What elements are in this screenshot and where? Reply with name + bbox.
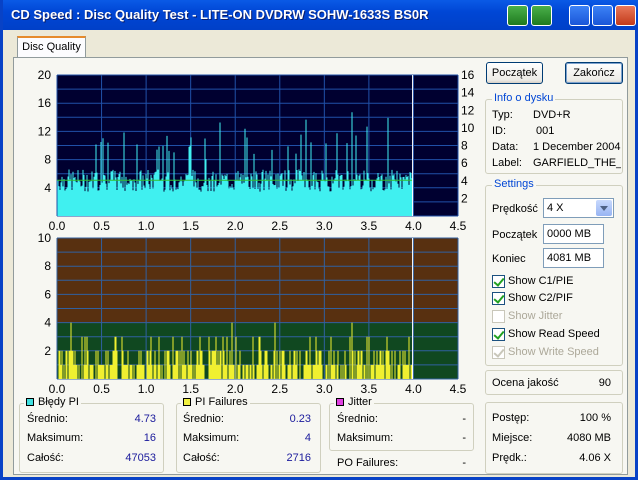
pi-chart-y-tick-left: 16 [38,96,52,110]
pif-chart-y-tick-left: 2 [44,344,51,358]
pif-max-value: 4 [304,432,311,444]
show-jitter-label: Show Jitter [508,310,563,322]
pi-chart-y-tick-right: 6 [461,156,468,170]
show-read-speed-label[interactable]: Show Read Speed [508,328,600,340]
pi-chart-x-tick: 0.5 [93,219,110,233]
show-write-speed-label: Show Write Speed [508,346,599,358]
disc-date-value: 1 December 2004 [533,141,621,153]
pif-chart-x-tick: 4.0 [405,382,422,396]
show-c2-pif-label[interactable]: Show C2/PIF [508,292,573,304]
pi-failures-title: PI Failures [181,396,250,408]
pi-chart-y-tick-right: 8 [461,139,468,153]
disc-id-label: ID: [492,125,507,137]
pi-chart-x-tick: 3.5 [361,219,378,233]
pi-chart-y-tick-right: 12 [461,103,475,117]
pif-chart-y-tick-left: 4 [44,316,51,330]
pif-chart-x-tick: 1.5 [182,382,199,396]
pi-failures-swatch [183,398,191,406]
start-position-input[interactable]: 0000 MB [543,224,604,244]
disc-date-label: Data: [492,141,519,153]
jitter-max-label: Maksimum: [337,432,394,444]
pi-chart-x-tick: 4.0 [405,219,422,233]
disc-type-value: DVD+R [533,109,571,121]
pi-chart-y-tick-left: 4 [44,181,51,195]
disc-label-label: Label: [492,157,522,169]
pi-chart-x-tick: 1.0 [138,219,155,233]
quality-score-value: 90 [598,377,611,389]
pi-chart-y-tick-right: 14 [461,86,475,100]
position-value: 4080 MB [566,432,611,444]
pi-avg-value: 4.73 [134,413,156,425]
end-position-input[interactable]: 4081 MB [543,248,604,268]
pif-chart-y-tick-left: 6 [44,287,51,301]
pif-total-value: 2716 [286,452,311,464]
pi-total-label: Całość: [27,452,64,464]
pi-avg-label: Średnio: [27,413,68,425]
pi-chart-y-tick-right: 2 [461,191,468,205]
pif-max-label: Maksimum: [183,432,240,444]
jitter-swatch [336,398,344,406]
pi-chart-x-tick: 4.5 [450,219,467,233]
pi-chart-y-tick-right: 10 [461,121,475,135]
position-label: Miejsce: [492,432,533,444]
pi-chart-x-tick: 1.5 [182,219,199,233]
pif-chart-x-tick: 0.0 [49,382,66,396]
po-failures-value: - [462,457,466,469]
start-position-label: Początek [492,229,538,241]
jitter-max-value: - [462,432,466,444]
progress-label: Postęp: [492,412,530,424]
pi-chart-y-tick-right: 4 [461,174,468,188]
disc-label-value: GARFIELD_THE_I [533,157,621,169]
pi-chart-x-tick: 0.0 [49,219,66,233]
speed-select[interactable]: 4 X [543,198,614,218]
speed-select-value: 4 X [547,202,564,214]
chevron-down-icon[interactable] [596,200,612,216]
pif-chart-x-tick: 3.0 [316,382,333,396]
start-button[interactable]: Początek [486,62,543,84]
pif-chart-x-tick: 1.0 [138,382,155,396]
pi-max-value: 16 [143,432,156,444]
pi-chart-y-tick-left: 12 [38,124,52,138]
pif-chart-x-tick: 0.5 [93,382,110,396]
pi-chart-y-tick-right: 16 [461,68,475,82]
speed-readout-value: 4.06 X [579,452,611,464]
jitter-avg-value: - [462,413,466,425]
app-window: CD Speed : Disc Quality Test - LITE-ON D… [0,0,638,480]
pif-chart-y-tick-left: 8 [44,259,51,273]
end-button[interactable]: Zakończ [565,62,623,84]
pi-chart-x-tick: 3.0 [316,219,333,233]
disc-type-label: Typ: [492,109,513,121]
quality-score-label: Ocena jakość [492,377,559,389]
speed-readout-label: Prędk.: [492,452,527,464]
pif-chart-y-tick-left: 10 [38,231,52,245]
pif-avg-label: Średnio: [183,413,224,425]
pif-avg-value: 0.23 [289,413,311,425]
show-jitter-checkbox [492,310,505,323]
pif-total-label: Całość: [183,452,220,464]
show-c1-pie-checkbox[interactable] [492,275,505,288]
pif-chart-x-tick: 3.5 [361,382,378,396]
pif-chart-x-tick: 2.5 [271,382,288,396]
end-position-label: Koniec [492,253,526,265]
settings-title: Settings [492,178,536,190]
show-c2-pif-checkbox[interactable] [492,292,505,305]
pi-errors-swatch [26,398,34,406]
show-c1-pie-label[interactable]: Show C1/PIE [508,275,573,287]
pif-chart-x-tick: 2.0 [227,382,244,396]
pi-chart-x-tick: 2.0 [227,219,244,233]
pi-total-value: 47053 [125,452,156,464]
jitter-avg-label: Średnio: [337,413,378,425]
progress-value: 100 % [579,412,611,424]
pif-chart-x-tick: 4.5 [450,382,467,396]
pi-chart-y-tick-left: 20 [38,68,52,82]
pi-max-label: Maksimum: [27,432,84,444]
pi-chart-x-tick: 2.5 [271,219,288,233]
speed-label: Prędkość [492,203,538,215]
disc-id-value: 001 [536,125,555,137]
disc-info-title: Info o dysku [492,92,556,104]
po-failures-label: PO Failures: [337,457,399,469]
show-write-speed-checkbox [492,346,505,359]
show-read-speed-checkbox[interactable] [492,328,505,341]
pi-chart-y-tick-left: 8 [44,153,51,167]
